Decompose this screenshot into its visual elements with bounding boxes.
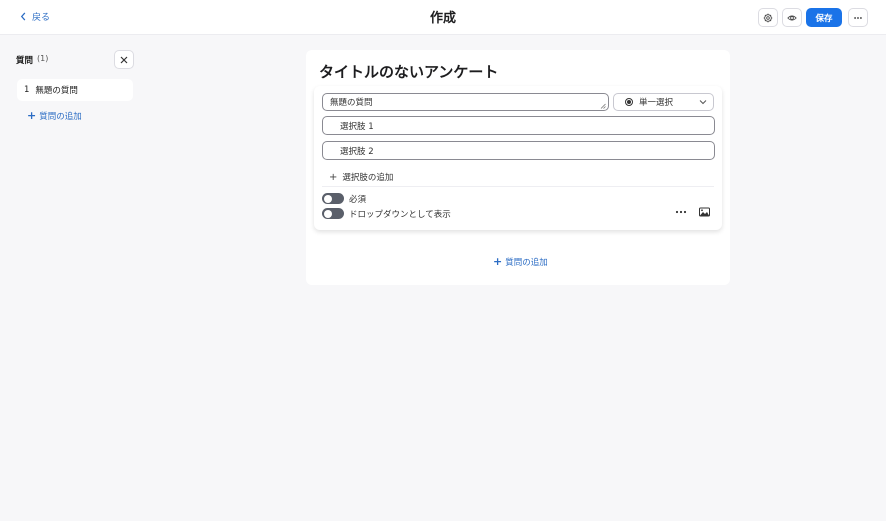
page-title: 作成 — [429, 11, 456, 26]
question-type-label: 単一選択 — [639, 98, 674, 108]
more-options-button[interactable] — [848, 8, 868, 27]
plus-icon: + — [329, 171, 338, 183]
option-input-1[interactable]: 選択肢 1 — [322, 116, 715, 135]
question-count: (1) — [37, 54, 49, 63]
image-icon[interactable] — [699, 207, 710, 217]
eye-icon — [787, 15, 797, 20]
question-number: 1 — [24, 85, 30, 95]
add-question-button[interactable]: + 質問の追加 — [493, 256, 548, 268]
radio-icon — [625, 98, 633, 106]
dropdown-label: ドロップダウンとして表示 — [349, 210, 451, 220]
plus-icon: + — [493, 255, 503, 268]
question-title-placeholder: 無題の質問 — [330, 98, 373, 108]
option-label: 選択肢 1 — [340, 121, 374, 132]
add-question-label: 質問の追加 — [39, 112, 82, 122]
settings-button[interactable] — [758, 8, 778, 27]
question-title-input[interactable]: 無題の質問 — [322, 93, 609, 111]
divider — [322, 186, 714, 187]
close-sidebar-button[interactable] — [114, 50, 134, 69]
settings-icon — [763, 13, 773, 22]
question-type-select[interactable]: 単一選択 — [613, 93, 714, 111]
question-label: 無題の質問 — [35, 86, 78, 96]
top-bar: 戻る 作成 保存 — [0, 0, 886, 35]
more-icon — [854, 16, 862, 19]
preview-button[interactable] — [782, 8, 802, 27]
resize-handle-icon[interactable] — [600, 103, 606, 109]
option-input-2[interactable]: 選択肢 2 — [322, 141, 715, 160]
required-toggle[interactable] — [322, 193, 344, 204]
add-question-label: 質問の追加 — [505, 258, 548, 268]
save-button[interactable]: 保存 — [806, 8, 842, 27]
dropdown-toggle[interactable] — [322, 208, 344, 219]
required-label: 必須 — [349, 195, 367, 205]
option-label: 選択肢 2 — [340, 146, 374, 157]
chevron-down-icon — [699, 100, 707, 105]
add-option-label: 選択肢の追加 — [342, 173, 394, 183]
close-icon — [120, 56, 128, 63]
more-icon[interactable] — [675, 207, 687, 217]
sidebar-title: 質問 — [16, 56, 34, 66]
add-option-button[interactable]: + 選択肢の追加 — [329, 171, 394, 184]
plus-icon: + — [27, 109, 37, 122]
sidebar-add-question-button[interactable]: + 質問の追加 — [27, 110, 82, 122]
survey-title[interactable]: タイトルのないアンケート — [319, 61, 498, 82]
sidebar-item-question-1[interactable]: 1 無題の質問 — [17, 79, 133, 101]
